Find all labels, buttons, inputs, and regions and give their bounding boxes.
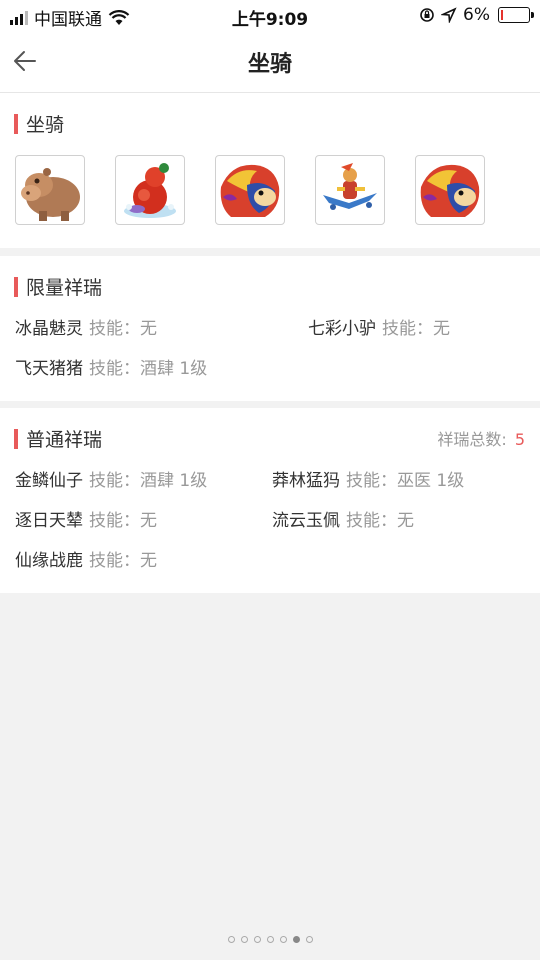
item-skill-value: 酒肆 1级 xyxy=(140,471,208,491)
total-label: 祥瑞总数: xyxy=(437,430,507,449)
mount-card[interactable] xyxy=(315,155,385,225)
page-dot[interactable] xyxy=(292,936,300,943)
page-dot[interactable] xyxy=(227,936,235,943)
mount-list xyxy=(15,155,485,225)
list-item: 逐日天辇 技能：无 xyxy=(15,506,157,531)
item-skill-label: 技能： xyxy=(346,471,397,491)
mount-card[interactable] xyxy=(415,155,485,225)
item-skill-value: 巫医 1级 xyxy=(397,471,465,491)
normal-section-title: 普通祥瑞 xyxy=(26,429,103,451)
status-bar: 中国联通 上午9:09 6% xyxy=(0,0,540,32)
list-item: 仙缘战鹿 技能：无 xyxy=(15,546,157,571)
item-name: 金鳞仙子 xyxy=(15,471,83,491)
page-dot[interactable] xyxy=(279,936,287,943)
page-indicator[interactable] xyxy=(0,936,540,943)
total-count: 祥瑞总数: 5 xyxy=(437,426,525,450)
item-skill-value: 无 xyxy=(140,511,157,531)
item-skill-label: 技能： xyxy=(89,511,140,531)
section-accent-bar xyxy=(14,276,18,297)
item-skill-value: 无 xyxy=(140,551,157,571)
mount-card[interactable] xyxy=(15,155,85,225)
item-name: 逐日天辇 xyxy=(15,511,83,531)
item-name: 冰晶魅灵 xyxy=(15,319,83,339)
battery-icon xyxy=(498,7,534,23)
item-skill-value: 无 xyxy=(433,319,450,339)
list-item: 莽林猛犸 技能：巫医 1级 xyxy=(272,466,464,491)
fire-lion-mount-icon xyxy=(420,164,480,217)
battery-percent: 6% xyxy=(463,5,490,25)
page-dot[interactable] xyxy=(253,936,261,943)
red-gourd-mount-icon xyxy=(124,163,176,218)
battery-level xyxy=(501,10,503,20)
total-value: 5 xyxy=(514,430,525,449)
fire-lion-mount-icon xyxy=(220,164,280,217)
item-skill-label: 技能： xyxy=(382,319,433,339)
section-accent-bar xyxy=(14,428,18,449)
normal-section: 普通祥瑞 祥瑞总数: 5 金鳞仙子 技能：酒肆 1级 莽林猛犸 技能：巫医 1级 逐日… xyxy=(0,408,540,593)
item-skill-label: 技能： xyxy=(346,511,397,531)
item-skill-label: 技能： xyxy=(89,551,140,571)
list-item: 冰晶魅灵 技能：无 xyxy=(15,314,157,339)
item-skill-label: 技能： xyxy=(89,359,140,379)
mounts-section-header: 坐骑 xyxy=(14,110,64,137)
brown-hippo-mount-icon xyxy=(21,168,80,221)
mounts-section-title: 坐骑 xyxy=(26,114,65,136)
mount-card[interactable] xyxy=(215,155,285,225)
section-accent-bar xyxy=(14,113,18,134)
item-skill-value: 无 xyxy=(397,511,414,531)
list-item: 飞天猪猪 技能：酒肆 1级 xyxy=(15,354,207,379)
status-right: 6% xyxy=(419,5,534,25)
page-dot[interactable] xyxy=(266,936,274,943)
item-name: 莽林猛犸 xyxy=(272,471,340,491)
list-item: 金鳞仙子 技能：酒肆 1级 xyxy=(15,466,207,491)
item-name: 七彩小驴 xyxy=(308,319,376,339)
item-name: 流云玉佩 xyxy=(272,511,340,531)
location-arrow-icon xyxy=(441,7,457,23)
limited-section-header: 限量祥瑞 xyxy=(14,273,102,300)
page-dot[interactable] xyxy=(240,936,248,943)
nav-bar: 坐骑 xyxy=(0,32,540,93)
flying-monkey-mount-icon xyxy=(323,163,377,210)
limited-section: 限量祥瑞 冰晶魅灵 技能：无 七彩小驴 技能：无 飞天猪猪 技能：酒肆 1级 xyxy=(0,256,540,401)
orientation-lock-icon xyxy=(420,8,434,22)
item-name: 仙缘战鹿 xyxy=(15,551,83,571)
page-dot[interactable] xyxy=(305,936,313,943)
item-skill-label: 技能： xyxy=(89,319,140,339)
list-item: 流云玉佩 技能：无 xyxy=(272,506,414,531)
item-name: 飞天猪猪 xyxy=(15,359,83,379)
mounts-section: 坐骑 xyxy=(0,93,540,248)
item-skill-value: 无 xyxy=(140,319,157,339)
list-item: 七彩小驴 技能：无 xyxy=(308,314,450,339)
limited-section-title: 限量祥瑞 xyxy=(26,277,103,299)
item-skill-value: 酒肆 1级 xyxy=(140,359,208,379)
normal-section-header: 普通祥瑞 xyxy=(14,425,102,452)
mount-card[interactable] xyxy=(115,155,185,225)
page-title: 坐骑 xyxy=(247,52,292,77)
item-skill-label: 技能： xyxy=(89,471,140,491)
